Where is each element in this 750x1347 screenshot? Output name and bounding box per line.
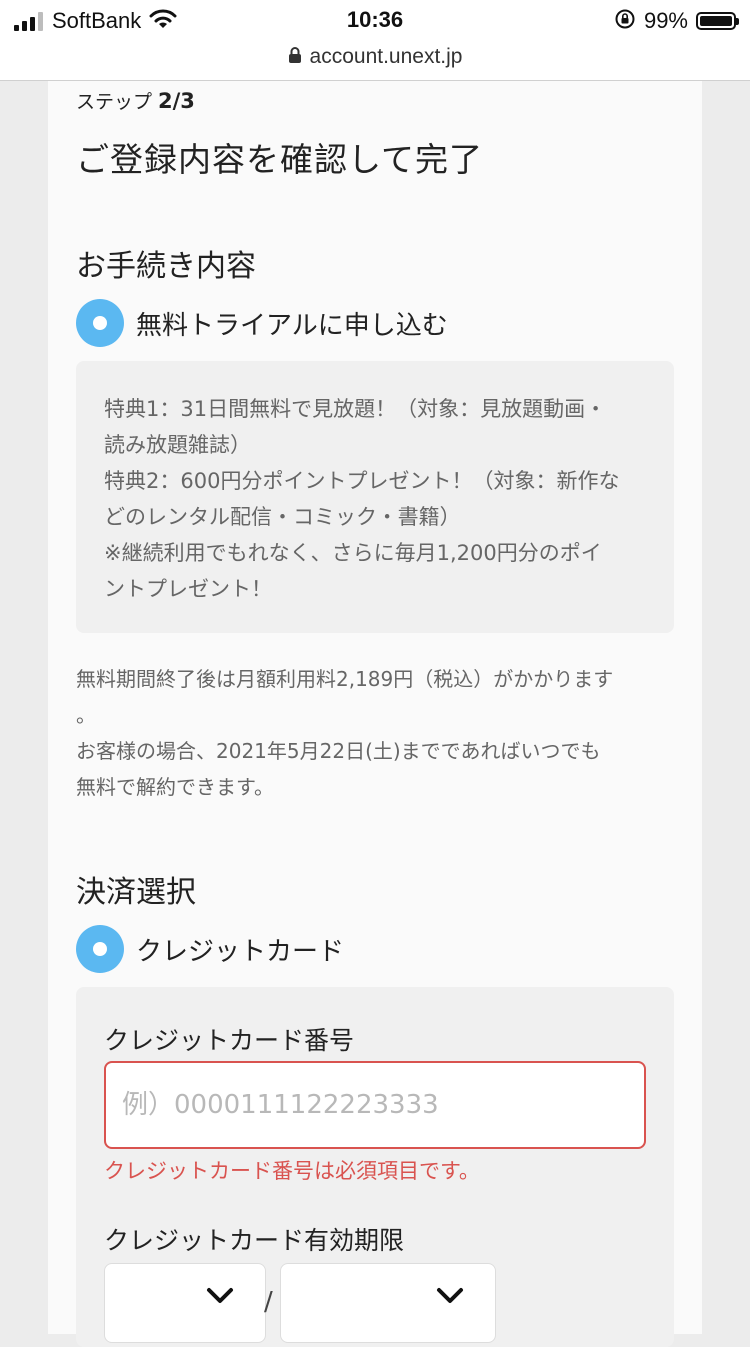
url-bar[interactable]: account.unext.jp [0,44,750,81]
procedure-section-title: お手続き内容 [76,249,256,284]
benefit-line: 読み放題雑誌） [104,433,251,457]
status-bar: SoftBank 10:36 99% [0,0,750,44]
page-title: ご登録内容を確認して完了 [76,140,484,179]
registration-card: ステップ 2/3 ご登録内容を確認して完了 お手続き内容 無料トライアルに申し込む… [48,81,702,1347]
expiry-label: クレジットカード有効期限 [104,1226,405,1255]
notice-line: 無料期間終了後は月額利用料2,189円（税込）がかかります [76,667,614,691]
benefit-line: 特典1：31日間無料で見放題！（対象：見放題動画・ [104,397,607,421]
expiry-separator: / [264,1287,273,1317]
radio-selected-icon[interactable] [76,299,124,347]
credit-card-form: クレジットカード番号 クレジットカード番号は必須項目です。 クレジットカード有効… [76,987,674,1347]
benefit-line: どのレンタル配信・コミック・書籍） [104,505,461,529]
benefit-line: ※継続利用でもれなく、さらに毎月1,200円分のポイ [104,541,602,565]
benefit-line: 特典2：600円分ポイントプレゼント！（対象：新作な [104,469,620,493]
chevron-down-icon [435,1286,465,1310]
battery-percentage: 99% [643,8,688,33]
credit-card-option[interactable]: クレジットカード [76,925,344,973]
fee-notice: 無料期間終了後は月額利用料2,189円（税込）がかかります 。 お客様の場合、2… [76,661,676,805]
notice-line: お客様の場合、2021年5月22日(土)までであればいつでも [76,739,601,763]
notice-line: 。 [76,703,96,727]
step-label: ステップ [76,91,153,113]
free-trial-option[interactable]: 無料トライアルに申し込む [76,299,448,347]
lock-icon [288,46,302,68]
benefit-line: ントプレゼント！ [104,577,272,601]
card-number-error: クレジットカード番号は必須項目です。 [104,1159,480,1183]
free-trial-label: 無料トライアルに申し込む [136,310,448,341]
notice-line: 無料で解約できます。 [76,775,274,799]
orientation-lock-icon [614,8,636,34]
radio-selected-icon[interactable] [76,925,124,973]
status-right: 99% [614,8,739,34]
battery-icon [696,12,739,30]
benefit-box: 特典1：31日間無料で見放題！（対象：見放題動画・ 読み放題雑誌） 特典2：60… [76,361,674,633]
step-value: 2/3 [158,89,195,113]
step-indicator: ステップ 2/3 [76,87,195,114]
expiry-year-select[interactable] [280,1263,496,1343]
card-number-input[interactable] [104,1061,646,1149]
credit-card-label: クレジットカード [136,936,345,967]
payment-section-title: 決済選択 [76,875,196,910]
chevron-down-icon [205,1286,235,1310]
url-text[interactable]: account.unext.jp [310,45,463,69]
expiry-month-select[interactable] [104,1263,266,1343]
card-number-label: クレジットカード番号 [104,1026,355,1055]
